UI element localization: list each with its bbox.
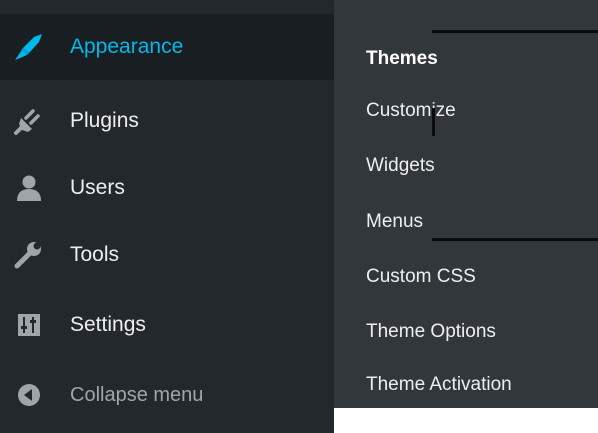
frame-line-left [432, 108, 435, 136]
admin-sidebar: Appearance Plugins Users Tools Settings … [0, 0, 334, 433]
sidebar-item-label: Tools [70, 243, 120, 266]
sidebar-item-label: Appearance [70, 35, 184, 58]
appearance-submenu: Themes Customize Widgets Menus Custom CS… [334, 0, 598, 408]
sidebar-item-label: Users [70, 176, 125, 199]
submenu-item-menus[interactable]: Menus [366, 210, 423, 234]
sidebar-item-tools[interactable]: Tools [0, 222, 334, 288]
wrench-icon [12, 238, 46, 272]
frame-line-bottom [432, 238, 598, 241]
submenu-item-theme-options[interactable]: Theme Options [366, 320, 496, 344]
submenu-item-widgets[interactable]: Widgets [366, 154, 435, 178]
page-background-strip [334, 408, 598, 433]
paintbrush-icon [12, 30, 46, 64]
sidebar-item-settings[interactable]: Settings [0, 292, 334, 358]
submenu-item-customize[interactable]: Customize [366, 99, 456, 123]
submenu-item-themes[interactable]: Themes [366, 47, 438, 71]
frame-line-top [432, 30, 598, 33]
sidebar-item-plugins[interactable]: Plugins [0, 88, 334, 154]
sidebar-item-label: Settings [70, 313, 146, 336]
plug-icon [12, 104, 46, 138]
collapse-menu-button[interactable]: Collapse menu [0, 362, 334, 428]
sidebar-item-users[interactable]: Users [0, 155, 334, 221]
collapse-arrow-icon [12, 378, 46, 412]
settings-sliders-icon [12, 308, 46, 342]
submenu-item-theme-activation[interactable]: Theme Activation [366, 373, 512, 397]
users-icon [12, 171, 46, 205]
collapse-menu-label: Collapse menu [70, 383, 204, 406]
sidebar-item-appearance[interactable]: Appearance [0, 14, 334, 80]
sidebar-item-label: Plugins [70, 109, 139, 132]
submenu-item-custom-css[interactable]: Custom CSS [366, 265, 476, 289]
